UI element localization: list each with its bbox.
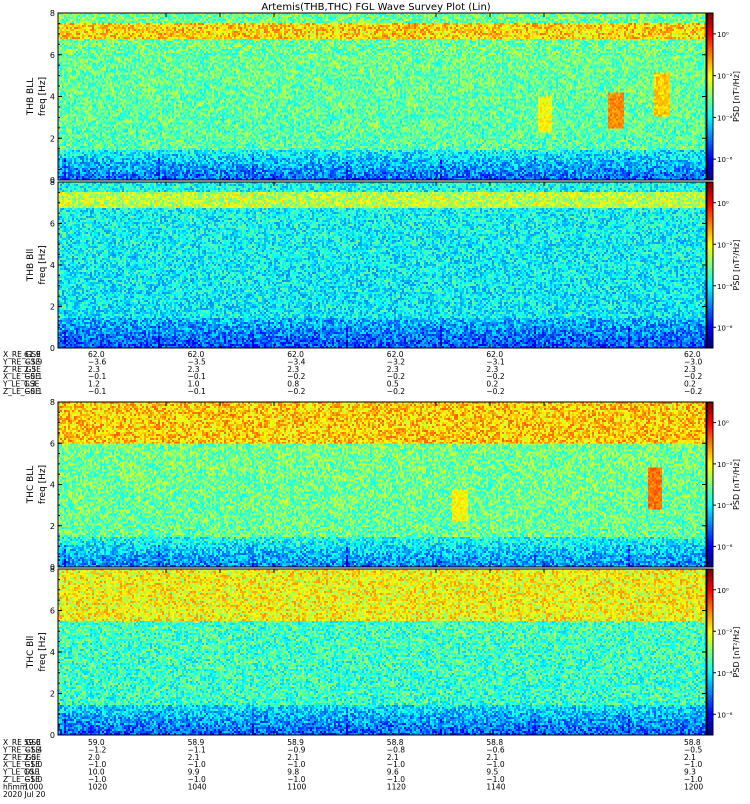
y-tick-label: 0 — [50, 344, 55, 353]
colorbar-tick-label: 10⁻⁴ — [717, 670, 733, 678]
ephemeris-value: 1020 — [88, 782, 107, 791]
y-tick-label: 6 — [50, 51, 55, 60]
ephemeris-value: −0.2 — [486, 387, 504, 396]
y-tick-label: 8 — [50, 178, 55, 187]
y-tick-label: 6 — [50, 439, 55, 448]
y-axis-unit-label: freq [Hz] — [38, 632, 48, 671]
y-tick-label: 4 — [50, 481, 55, 490]
spectrogram-figure: Artemis(THB,THC) FGL Wave Survey Plot (L… — [2, 2, 741, 799]
y-tick-label: 0 — [50, 731, 55, 740]
colorbar-label: PSD [nT²/Hz] — [732, 240, 741, 291]
y-tick-label: 6 — [50, 607, 55, 616]
colorbar — [707, 569, 713, 735]
ephemeris-thc: X_RE_GSE59.0 59.0 58.9 58.9 58.8 58.8 58.8Y_RE… — [2, 738, 703, 799]
y-tick-label: 8 — [50, 398, 55, 407]
y-tick-label: 4 — [50, 261, 55, 270]
colorbar-tick-label: 10⁰ — [717, 200, 729, 208]
ephemeris-value: 1120 — [387, 782, 406, 791]
colorbar — [707, 402, 713, 567]
date-label: 2020 Jul 20 — [3, 790, 46, 799]
colorbar-tick-label: 10⁻⁴ — [717, 114, 733, 122]
colorbar-tick-label: 10⁻⁶ — [717, 324, 733, 332]
panel-thb-bll: 02468THB BLL freq [Hz]10⁰10⁻²10⁻⁴10⁻⁶PSD … — [26, 9, 741, 185]
y-tick-label: 2 — [50, 303, 55, 312]
y-tick-label: 8 — [50, 565, 55, 574]
y-tick-label: 4 — [50, 93, 55, 102]
panel-thc-bll: 02468THC BLL freq [Hz]10⁰10⁻²10⁻⁴10⁻⁶PSD … — [26, 398, 741, 572]
colorbar-tick-label: 10⁰ — [717, 587, 729, 595]
ephemeris-value: −0.2 — [387, 387, 405, 396]
panel-thc-bll-2: 0 2 4 6 8 THC Bll freq [Hz] 10⁰ 10⁻² 10⁻⁴ 10⁻⁶ PSD … — [26, 565, 741, 740]
colorbar-tick-label: 10⁻⁶ — [717, 543, 733, 551]
spectrogram-image — [58, 182, 706, 348]
colorbar-tick-label: 10⁻⁶ — [717, 711, 733, 719]
colorbar — [707, 182, 713, 348]
colorbar-tick-label: 10⁰ — [717, 420, 729, 428]
chart-title: Artemis(THB,THC) FGL Wave Survey Plot (L… — [261, 2, 490, 13]
ephemeris-thb: X_RE_GSE61.9 62.0 62.0 62.0 62.0 62.0 62.0Y_RE… — [2, 350, 702, 396]
ephemeris-value: −0.2 — [287, 387, 305, 396]
colorbar-tick-label: 10⁻² — [717, 461, 733, 469]
ephemeris-value: 1100 — [287, 782, 306, 791]
ephemeris-value: −0.2 — [684, 387, 702, 396]
colorbar — [707, 13, 713, 180]
y-tick-label: 2 — [50, 690, 55, 699]
ephemeris-value: −0.1 — [24, 387, 42, 396]
y-tick-label: 8 — [50, 9, 55, 18]
colorbar-tick-label: 10⁻⁴ — [717, 283, 733, 291]
colorbar-tick-label: 10⁻² — [717, 628, 733, 636]
colorbar-label: PSD [nT²/Hz] — [732, 459, 741, 510]
y-tick-label: 6 — [50, 220, 55, 229]
colorbar-tick-label: 10⁰ — [717, 31, 729, 39]
spectrogram-image — [58, 13, 706, 180]
ephemeris-value: 1140 — [486, 782, 505, 791]
ephemeris-value: −0.1 — [88, 387, 106, 396]
colorbar-tick-label: 10⁻² — [717, 241, 733, 249]
y-tick-label: 2 — [50, 134, 55, 143]
spectrogram-image — [58, 569, 706, 735]
colorbar-tick-label: 10⁻² — [717, 73, 733, 81]
ephemeris-value: −0.1 — [188, 387, 206, 396]
y-axis-label: THB Bll — [26, 249, 36, 282]
colorbar-label: PSD [nT²/Hz] — [732, 71, 741, 122]
y-axis-label: THC Bll — [26, 636, 36, 670]
panel-thb-bll-2: 0 2 4 6 8 THB Bll freq [Hz] 10⁰ 10⁻² 10⁻⁴ 10⁻⁶ PSD … — [26, 178, 741, 353]
colorbar-tick-label: 10⁻⁶ — [717, 156, 733, 164]
y-axis-unit-label: freq [Hz] — [38, 465, 48, 504]
figure: Artemis(THB,THC) FGL Wave Survey Plot (L… — [0, 0, 750, 800]
ephemeris-value: 1200 — [684, 782, 703, 791]
colorbar-tick-label: 10⁻⁴ — [717, 502, 733, 510]
spectrogram-image — [58, 402, 706, 567]
y-axis-unit-label: freq [Hz] — [38, 245, 48, 284]
panels-layer: 02468THB BLL freq [Hz]10⁰10⁻²10⁻⁴10⁻⁶PSD … — [26, 9, 741, 740]
y-axis-label: THB BLL — [26, 78, 36, 117]
y-tick-label: 4 — [50, 648, 55, 657]
colorbar-label: PSD [nT²/Hz] — [732, 627, 741, 678]
y-tick-label: 2 — [50, 522, 55, 531]
ephemeris-value: 1040 — [188, 782, 207, 791]
y-axis-unit-label: freq [Hz] — [38, 77, 48, 116]
y-axis-label: THC BLL — [26, 466, 36, 505]
